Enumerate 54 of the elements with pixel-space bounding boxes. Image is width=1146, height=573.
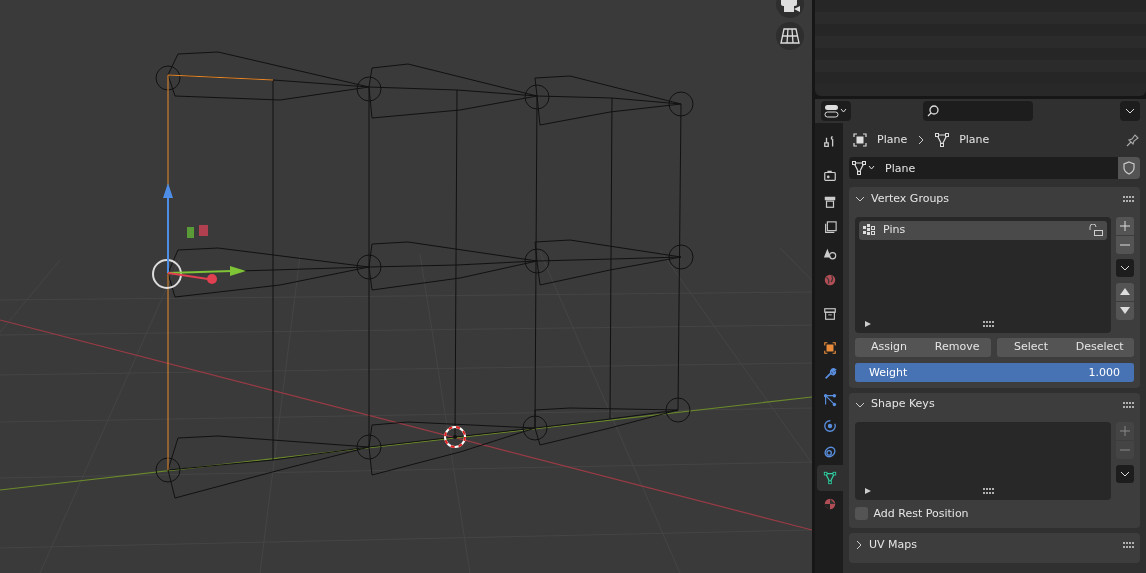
search-field[interactable] [923, 101, 1033, 121]
vertex-group-name: Pins [883, 221, 906, 238]
toggle-icon [824, 104, 848, 118]
panel-header[interactable]: Vertex Groups [855, 187, 1123, 211]
resize-grip-icon[interactable] [982, 488, 994, 494]
remove-button[interactable]: Remove [923, 338, 992, 357]
mesh-data-dropdown-icon[interactable] [849, 157, 879, 179]
chevron-down-icon [1120, 470, 1130, 477]
chevron-right-icon [855, 540, 863, 550]
resize-grip-icon[interactable] [982, 320, 994, 327]
move-down-button[interactable] [1116, 301, 1134, 320]
triangle-vertices-icon[interactable] [817, 465, 843, 491]
plus-icon [1120, 426, 1130, 436]
remove-button[interactable] [1116, 235, 1134, 254]
weight-slider[interactable]: Weight 1.000 [855, 362, 1134, 382]
breadcrumb-label: Plane [959, 131, 990, 148]
drag-handle-icon[interactable] [1123, 401, 1134, 408]
assign-button[interactable]: Assign [855, 338, 924, 357]
move-up-button[interactable] [1116, 282, 1134, 301]
deselect-button[interactable]: Deselect [1065, 338, 1134, 357]
editor-type-button[interactable] [821, 101, 851, 121]
camera-icon[interactable] [776, 0, 804, 18]
unlocked-padlock-icon[interactable] [1088, 224, 1103, 236]
drag-handle-icon[interactable] [1123, 196, 1134, 202]
object-icon [853, 133, 867, 147]
fake-user-shield-icon[interactable] [1118, 157, 1140, 179]
specials-menu-button[interactable] [1116, 259, 1134, 277]
select-button[interactable]: Select [996, 338, 1066, 357]
vertex-group-item[interactable]: Pins [859, 220, 1107, 240]
pin-icon[interactable] [1126, 133, 1140, 147]
chevron-down-icon [1125, 108, 1135, 114]
chevron-down-icon [1120, 265, 1130, 271]
chevron-right-icon [917, 135, 926, 145]
panel-header[interactable]: Shape Keys [855, 392, 1123, 417]
3d-cursor-icon [444, 426, 466, 448]
specials-menu-button[interactable] [1116, 464, 1134, 483]
checkbox-label: Add Rest Position [873, 505, 969, 522]
vertex-group-icon [863, 224, 875, 236]
search-icon [927, 105, 939, 117]
panel-header[interactable]: UV Maps [855, 533, 1123, 557]
triangle-up-icon [1120, 288, 1130, 295]
expand-triangle-icon[interactable] [865, 320, 871, 327]
expand-triangle-icon[interactable] [865, 488, 871, 494]
chevron-down-icon [855, 195, 865, 203]
origin-ring-icon [152, 259, 182, 289]
plus-icon [1120, 220, 1130, 231]
add-button[interactable] [1116, 216, 1134, 235]
breadcrumb-label: Plane [877, 131, 908, 148]
chevron-down-icon [855, 400, 865, 409]
grid-view-icon[interactable] [776, 22, 804, 50]
triangle-down-icon [1120, 307, 1130, 314]
mesh-icon [935, 133, 950, 147]
mesh-name-field[interactable]: Plane [879, 157, 1118, 179]
drag-handle-icon[interactable] [1123, 542, 1134, 548]
